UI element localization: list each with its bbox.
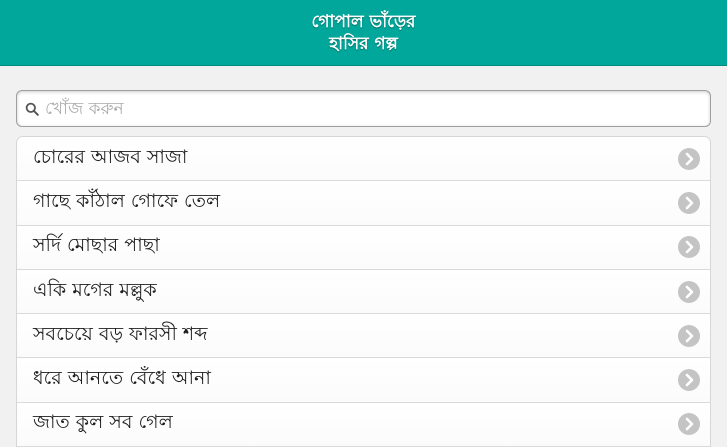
list-item[interactable]: চোরের আজব সাজা	[17, 137, 710, 182]
chevron-right-icon	[678, 280, 700, 303]
list-item-label: একি মগের মল্লুক	[33, 278, 157, 301]
list-item-label: ধরে আনতে বেঁধে আনা	[33, 367, 211, 390]
header-title-line2: হাসির গল্প	[329, 33, 398, 54]
app-header: গোপাল ভাঁড়ের হাসির গল্প	[0, 0, 727, 66]
chevron-right-icon	[678, 147, 700, 170]
chevron-right-icon	[678, 369, 700, 392]
search-input[interactable]	[45, 93, 685, 124]
list-item-label: চোরের আজব সাজা	[33, 145, 188, 168]
header-title-line1: গোপাল ভাঁড়ের	[311, 11, 416, 32]
search-bar[interactable]	[16, 90, 711, 127]
chevron-right-icon	[678, 236, 700, 259]
list-item-label: জাত কুল সব গেল	[33, 411, 173, 434]
list-item[interactable]: ধরে আনতে বেঁধে আনা	[17, 358, 710, 403]
list-item[interactable]: জাত কুল সব গেল	[17, 402, 710, 447]
list-item-label: সর্দি মোছার পাছা	[33, 234, 160, 257]
list-item[interactable]: সবচেয়ে বড় ফারসী শব্দ	[17, 314, 710, 359]
chevron-right-icon	[678, 413, 700, 436]
chevron-right-icon	[678, 324, 700, 347]
list-item-label: সবচেয়ে বড় ফারসী শব্দ	[33, 322, 208, 345]
list-item[interactable]: সর্দি মোছার পাছা	[17, 225, 710, 270]
list-item[interactable]: একি মগের মল্লুক	[17, 269, 710, 315]
list-item-label: গাছে কাঁঠাল গোফে তেল	[33, 189, 221, 212]
chevron-right-icon	[678, 191, 700, 214]
search-icon	[25, 102, 39, 116]
story-list: চোরের আজব সাজা গাছে কাঁঠাল গোফে তেল সর্দ…	[16, 136, 711, 447]
list-item[interactable]: গাছে কাঁঠাল গোফে তেল	[17, 181, 710, 226]
